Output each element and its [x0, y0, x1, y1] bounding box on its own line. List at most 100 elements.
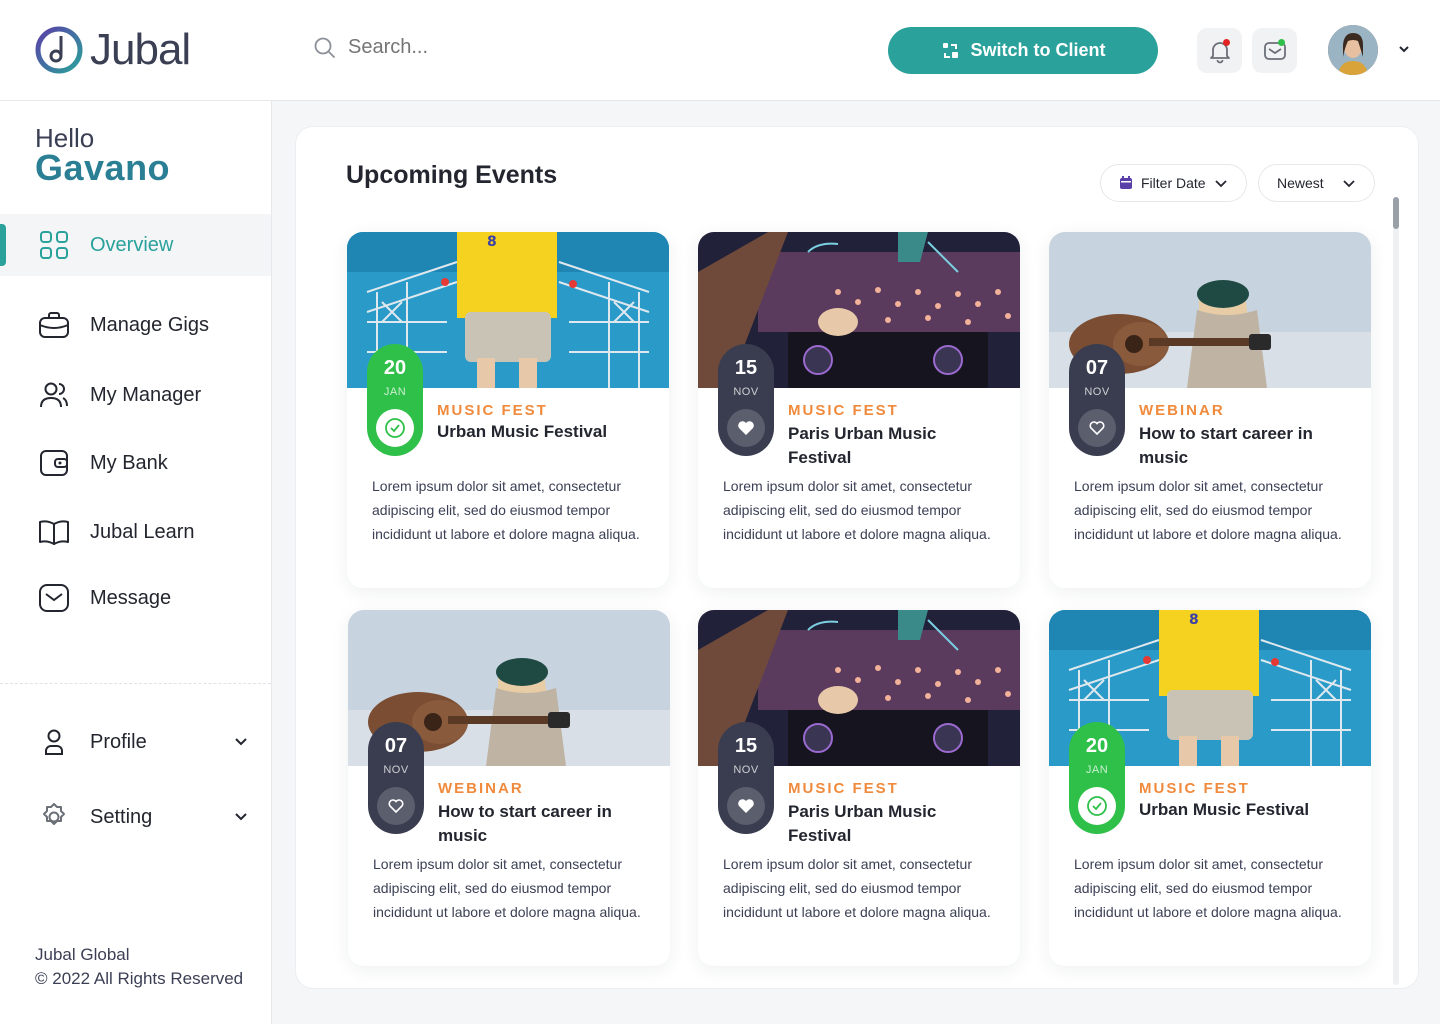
switch-icon: [942, 42, 958, 58]
event-title[interactable]: Urban Music Festival: [1139, 798, 1349, 822]
page-title: Upcoming Events: [346, 161, 558, 189]
event-category: WEBINAR: [438, 780, 524, 797]
sidebar-item-label: Jubal Learn: [90, 520, 195, 543]
sidebar-item-label: Manage Gigs: [90, 313, 209, 336]
event-title[interactable]: How to start career in music: [1139, 422, 1349, 470]
event-card[interactable]: 07 NOV WEBINAR How to start career in mu…: [1049, 232, 1371, 588]
gear-icon: [38, 801, 70, 833]
sidebar-item-label: My Manager: [90, 383, 202, 406]
date-pill: 07 NOV: [368, 722, 424, 834]
event-description: Lorem ipsum dolor sit amet, consectetur …: [723, 856, 991, 920]
date-pill: 07 NOV: [1069, 344, 1125, 456]
event-category: MUSIC FEST: [788, 780, 899, 797]
event-month: JAN: [383, 386, 407, 398]
top-header: Jubal Switch to Client: [0, 0, 1440, 101]
search-input[interactable]: [348, 36, 648, 59]
event-description: Lorem ipsum dolor sit amet, consectetur …: [1074, 856, 1342, 920]
search-icon: [314, 37, 335, 58]
sidebar-item-jubal-learn[interactable]: Jubal Learn: [0, 501, 271, 563]
greeting-name: Gavano: [35, 147, 171, 188]
filter-date-label: Filter Date: [1141, 175, 1206, 191]
filter-date-button[interactable]: Filter Date: [1100, 164, 1247, 202]
heart-outline-icon[interactable]: [1078, 409, 1116, 447]
brand-name: Jubal: [90, 25, 191, 74]
sidebar-divider: [0, 683, 271, 684]
footer-company: Jubal Global: [35, 945, 130, 964]
sidebar-item-label: My Bank: [90, 451, 168, 474]
event-day: 20: [383, 357, 407, 379]
event-description: Lorem ipsum dolor sit amet, consectetur …: [373, 856, 641, 920]
event-category: WEBINAR: [1139, 402, 1225, 419]
date-pill: 15 NOV: [718, 344, 774, 456]
event-title[interactable]: Paris Urban Music Festival: [788, 800, 998, 848]
event-card[interactable]: 07 NOV WEBINAR How to start career in mu…: [348, 610, 670, 966]
event-day: 07: [1085, 357, 1109, 379]
sidebar-item-profile[interactable]: Profile: [0, 711, 271, 773]
event-category: MUSIC FEST: [1139, 780, 1250, 797]
event-description: Lorem ipsum dolor sit amet, consectetur …: [1074, 478, 1342, 542]
brand-logo[interactable]: Jubal: [34, 25, 191, 75]
chevron-down-icon[interactable]: [1398, 44, 1410, 54]
event-title[interactable]: Paris Urban Music Festival: [788, 422, 998, 470]
event-month: NOV: [733, 764, 759, 776]
avatar[interactable]: [1328, 25, 1378, 75]
mail-icon: [38, 582, 70, 614]
event-category: MUSIC FEST: [788, 402, 899, 419]
event-card[interactable]: 8 20 JAN MUSIC FEST Urban Music Festival…: [1049, 610, 1371, 966]
sidebar-item-overview[interactable]: Overview: [0, 214, 271, 276]
sidebar-item-label: Overview: [90, 233, 174, 256]
sidebar-item-my-manager[interactable]: My Manager: [0, 364, 271, 426]
svg-text:8: 8: [487, 234, 497, 250]
sidebar-item-label: Profile: [90, 730, 147, 753]
event-month: NOV: [733, 386, 759, 398]
event-card[interactable]: 15 NOV MUSIC FEST Paris Urban Music Fest…: [698, 232, 1020, 588]
event-description: Lorem ipsum dolor sit amet, consectetur …: [372, 478, 640, 542]
user-icon: [38, 726, 70, 758]
event-category: MUSIC FEST: [437, 402, 548, 419]
footer-copyright: © 2022 All Rights Reserved: [35, 969, 244, 988]
notifications-button[interactable]: [1197, 28, 1242, 73]
event-card[interactable]: 8 20 JAN MUSIC FEST Urban Music Festival…: [347, 232, 669, 588]
messages-button[interactable]: [1252, 28, 1297, 73]
sidebar-item-message[interactable]: Message: [0, 567, 271, 629]
event-day: 20: [1085, 735, 1109, 757]
event-description: Lorem ipsum dolor sit amet, consectetur …: [723, 478, 991, 542]
sidebar-item-manage-gigs[interactable]: Manage Gigs: [0, 294, 271, 356]
event-month: JAN: [1085, 764, 1109, 776]
message-dot: [1278, 39, 1285, 46]
briefcase-icon: [38, 309, 70, 341]
sidebar-footer: Jubal Global © 2022 All Rights Reserved: [35, 943, 243, 991]
date-pill: 20 JAN: [1069, 722, 1125, 834]
chevron-down-icon: [1214, 180, 1227, 188]
chevron-down-icon[interactable]: [233, 808, 249, 824]
event-card[interactable]: 15 NOV MUSIC FEST Paris Urban Music Fest…: [698, 610, 1020, 966]
calendar-icon: [1120, 176, 1132, 189]
grid-icon: [38, 229, 70, 261]
search-bar[interactable]: [314, 36, 648, 59]
check-circle-icon[interactable]: [376, 409, 414, 447]
event-title[interactable]: Urban Music Festival: [437, 420, 647, 444]
users-icon: [38, 379, 70, 411]
sidebar-item-label: Setting: [90, 805, 153, 828]
event-day: 15: [734, 735, 758, 757]
events-panel: Upcoming Events Filter Date Newest 8 20 …: [295, 126, 1419, 989]
svg-text:8: 8: [1189, 612, 1199, 628]
date-pill: 15 NOV: [718, 722, 774, 834]
event-title[interactable]: How to start career in music: [438, 800, 648, 848]
heart-icon[interactable]: [727, 787, 765, 825]
event-day: 15: [734, 357, 758, 379]
scrollbar[interactable]: [1393, 197, 1399, 985]
chevron-down-icon[interactable]: [233, 733, 249, 749]
check-circle-icon[interactable]: [1078, 787, 1116, 825]
sidebar-item-my-bank[interactable]: My Bank: [0, 432, 271, 494]
notification-dot: [1223, 39, 1230, 46]
sidebar: Hello Gavano Overview Manage Gigs My Man…: [0, 101, 272, 1024]
heart-outline-icon[interactable]: [377, 787, 415, 825]
sidebar-item-setting[interactable]: Setting: [0, 786, 271, 848]
heart-icon[interactable]: [727, 409, 765, 447]
avatar-photo: [1328, 25, 1378, 75]
switch-to-client-button[interactable]: Switch to Client: [888, 27, 1158, 74]
scrollbar-thumb[interactable]: [1393, 197, 1399, 229]
sort-label: Newest: [1277, 175, 1324, 191]
sort-button[interactable]: Newest: [1258, 164, 1375, 202]
